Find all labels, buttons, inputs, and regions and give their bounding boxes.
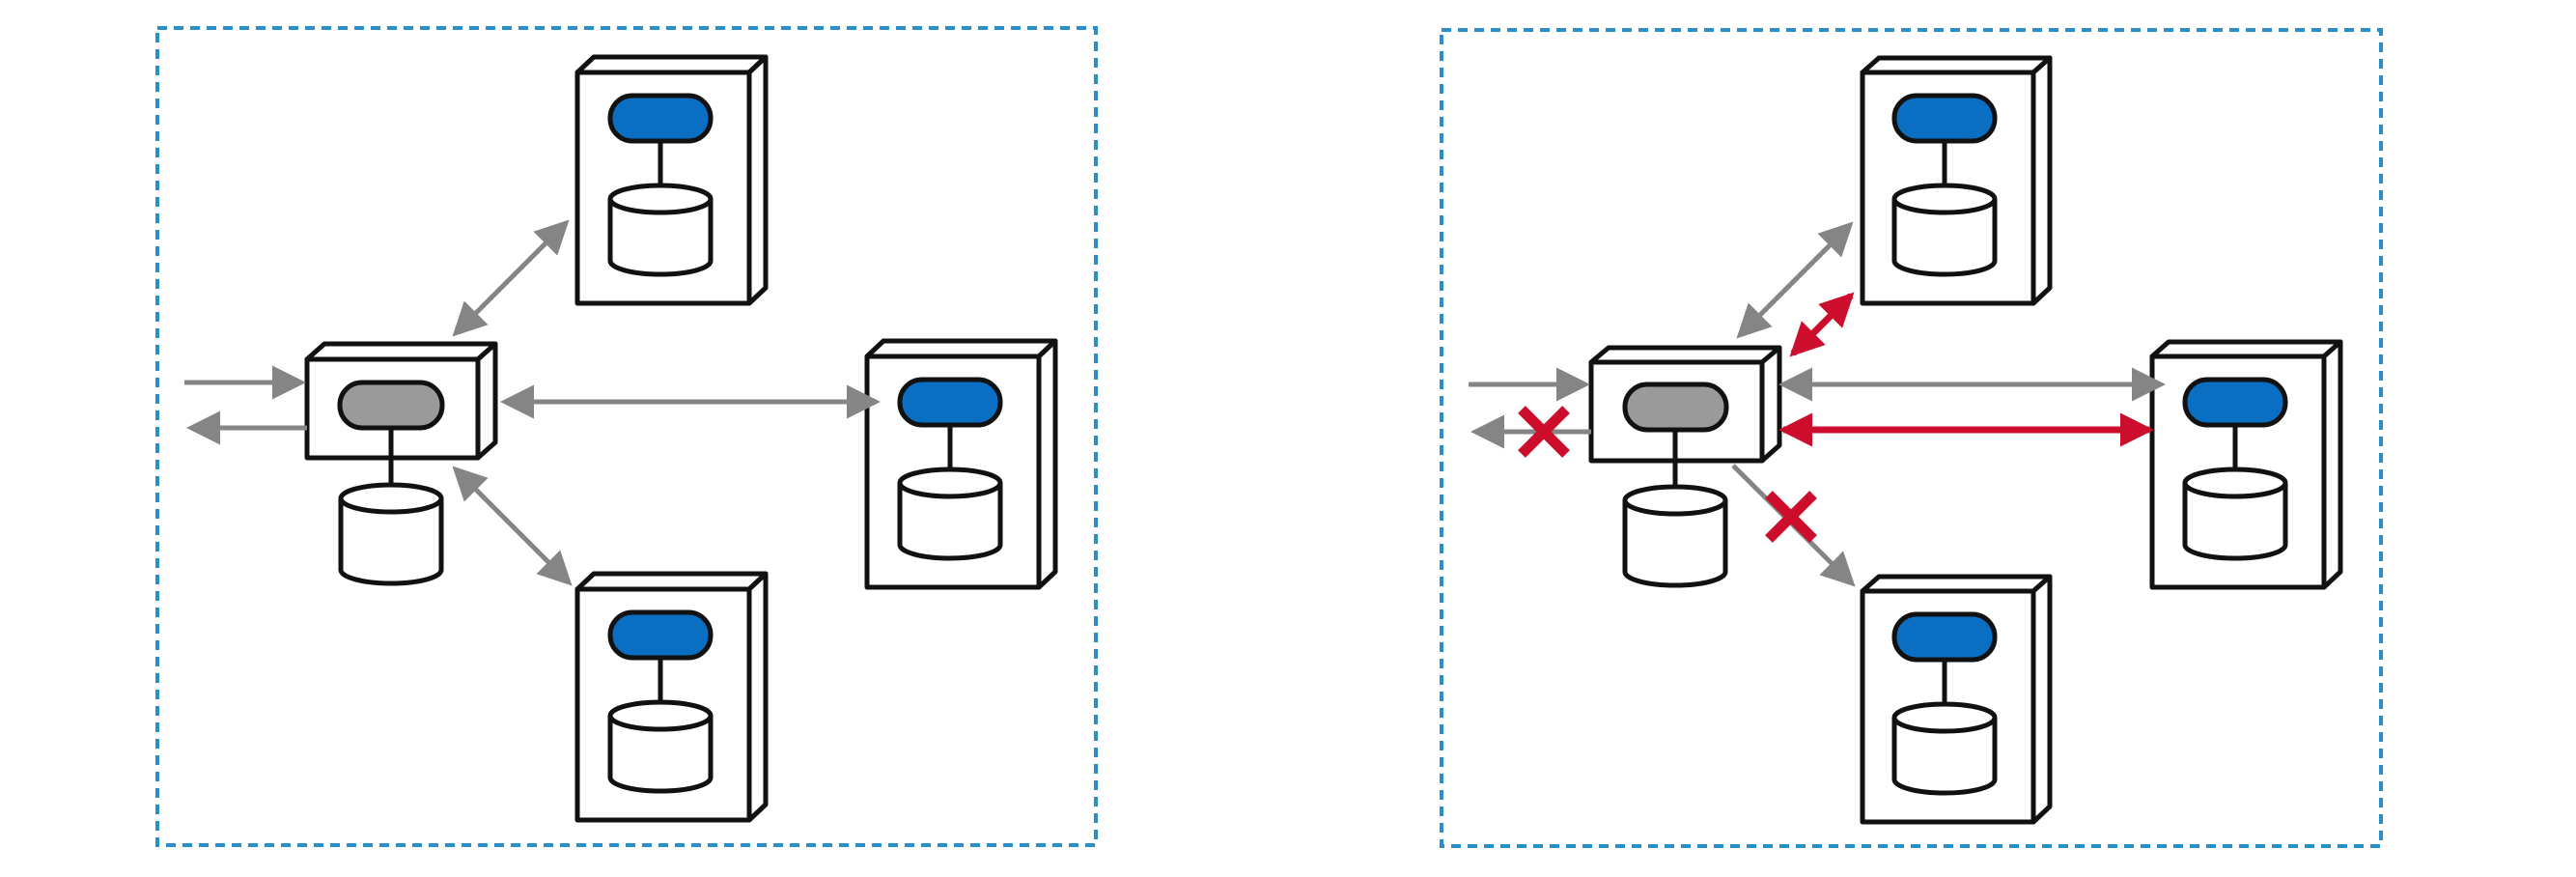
left-links — [184, 219, 881, 586]
left-coordinator-database — [338, 482, 444, 586]
left-worker-right-database — [897, 467, 1003, 561]
left-coordinator-process — [337, 380, 445, 431]
left-worker-bottom-process — [607, 609, 714, 661]
right-worker-bottom-process — [1891, 611, 1998, 663]
left-worker-top-database — [607, 183, 714, 277]
right-worker-right-process — [2182, 377, 2288, 428]
right-worker-bottom-database — [1891, 701, 1998, 796]
left-coordinator — [304, 341, 498, 586]
diagram-svg — [155, 26, 2383, 848]
right-failure-x-bottom — [1765, 491, 1817, 543]
left-worker-right — [864, 338, 1058, 590]
right-coordinator-database — [1622, 484, 1728, 588]
right-red-links — [1778, 292, 2154, 447]
diagram-canvas — [0, 0, 2576, 877]
left-worker-bottom — [574, 571, 769, 823]
right-worker-top-database — [1891, 183, 1998, 277]
right-worker-top-process — [1891, 93, 1998, 144]
left-worker-top-process — [607, 93, 714, 144]
right-coordinator-process — [1622, 382, 1729, 433]
left-link-bottom — [452, 466, 573, 586]
right-link-top-gray — [1736, 221, 1854, 339]
right-diagram — [1440, 28, 2383, 848]
right-worker-bottom — [1860, 574, 2053, 825]
left-worker-right-process — [897, 377, 1003, 428]
left-worker-bottom-database — [607, 699, 714, 794]
left-diagram — [155, 26, 1098, 847]
left-worker-top — [574, 54, 769, 306]
left-link-top — [452, 219, 570, 337]
right-worker-top — [1860, 55, 2053, 306]
right-worker-right-database — [2182, 467, 2288, 561]
right-worker-right — [2149, 339, 2343, 590]
right-link-top-red — [1789, 292, 1855, 357]
right-coordinator — [1588, 345, 1782, 588]
right-gray-links — [1469, 221, 2166, 587]
